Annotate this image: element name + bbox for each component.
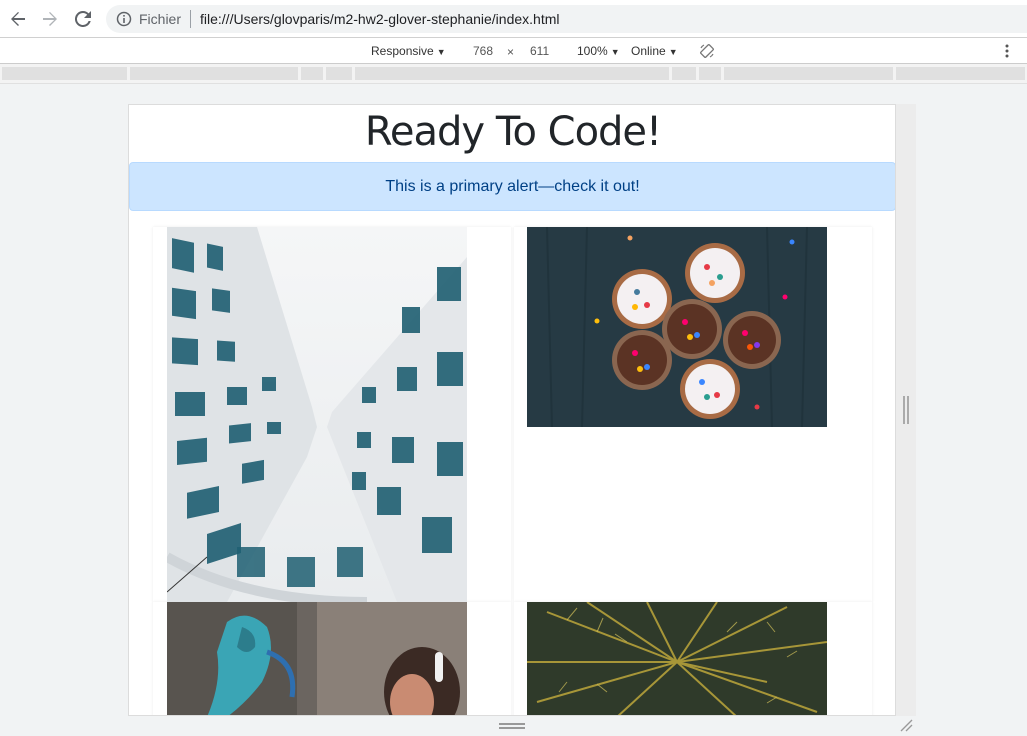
- info-circle-icon[interactable]: [116, 11, 132, 27]
- media-query-segment[interactable]: [724, 67, 893, 80]
- scheme-label: Fichier: [139, 11, 182, 27]
- device-toolbar: Responsive ▼ 768 × 611 100% ▼ Online ▼: [0, 38, 1027, 64]
- resize-handle-right[interactable]: [903, 396, 909, 424]
- reload-icon: [75, 11, 91, 27]
- page-title: Ready To Code!: [364, 109, 662, 155]
- browser-address-bar: Fichier file:///Users/glovparis/m2-hw2-g…: [0, 0, 1027, 38]
- forward-button[interactable]: [40, 9, 60, 29]
- media-query-bar: [0, 64, 1027, 84]
- chevron-down-icon: ▼: [668, 47, 678, 57]
- dimension-times: ×: [507, 45, 515, 59]
- zoom-label: 100%: [577, 44, 608, 58]
- back-button[interactable]: [8, 9, 28, 29]
- omnibox[interactable]: Fichier file:///Users/glovparis/m2-hw2-g…: [106, 5, 1027, 33]
- zoom-select[interactable]: 100% ▼: [577, 44, 620, 59]
- resize-handle-bottom[interactable]: [499, 722, 525, 730]
- device-select[interactable]: Responsive ▼: [371, 44, 446, 59]
- resize-handle-corner[interactable]: [899, 718, 913, 732]
- primary-alert: This is a primary alert—check it out!: [129, 162, 895, 211]
- palm-photo: [527, 602, 827, 715]
- reload-button[interactable]: [73, 9, 93, 29]
- graffiti-photo: [167, 602, 467, 715]
- arrow-left-icon: [11, 12, 25, 26]
- cupcakes-photo: [527, 227, 827, 427]
- media-query-segment[interactable]: [355, 67, 669, 80]
- chevron-down-icon: ▼: [610, 47, 620, 57]
- media-query-segment[interactable]: [2, 67, 127, 80]
- chevron-down-icon: ▼: [436, 47, 446, 57]
- media-query-segment[interactable]: [672, 67, 696, 80]
- media-query-segment[interactable]: [896, 67, 1025, 80]
- media-query-segment[interactable]: [326, 67, 352, 80]
- media-query-segment[interactable]: [699, 67, 721, 80]
- building-photo: [167, 227, 467, 602]
- alert-text: This is a primary alert—check it out!: [385, 177, 640, 195]
- url-text[interactable]: file:///Users/glovparis/m2-hw2-glover-st…: [200, 11, 559, 27]
- network-select[interactable]: Online ▼: [631, 44, 678, 59]
- network-label: Online: [631, 44, 666, 58]
- width-input[interactable]: 768: [473, 44, 493, 58]
- omnibox-separator: [190, 10, 191, 28]
- height-input[interactable]: 611: [530, 44, 549, 58]
- device-label: Responsive: [371, 44, 434, 58]
- media-query-segment[interactable]: [130, 67, 298, 80]
- arrow-right-icon: [43, 12, 57, 26]
- media-query-segment[interactable]: [301, 67, 323, 80]
- kebab-menu-icon[interactable]: [1003, 42, 1011, 60]
- emulated-viewport: Ready To Code! This is a primary alert—c…: [128, 104, 896, 716]
- rotate-icon[interactable]: [699, 43, 715, 59]
